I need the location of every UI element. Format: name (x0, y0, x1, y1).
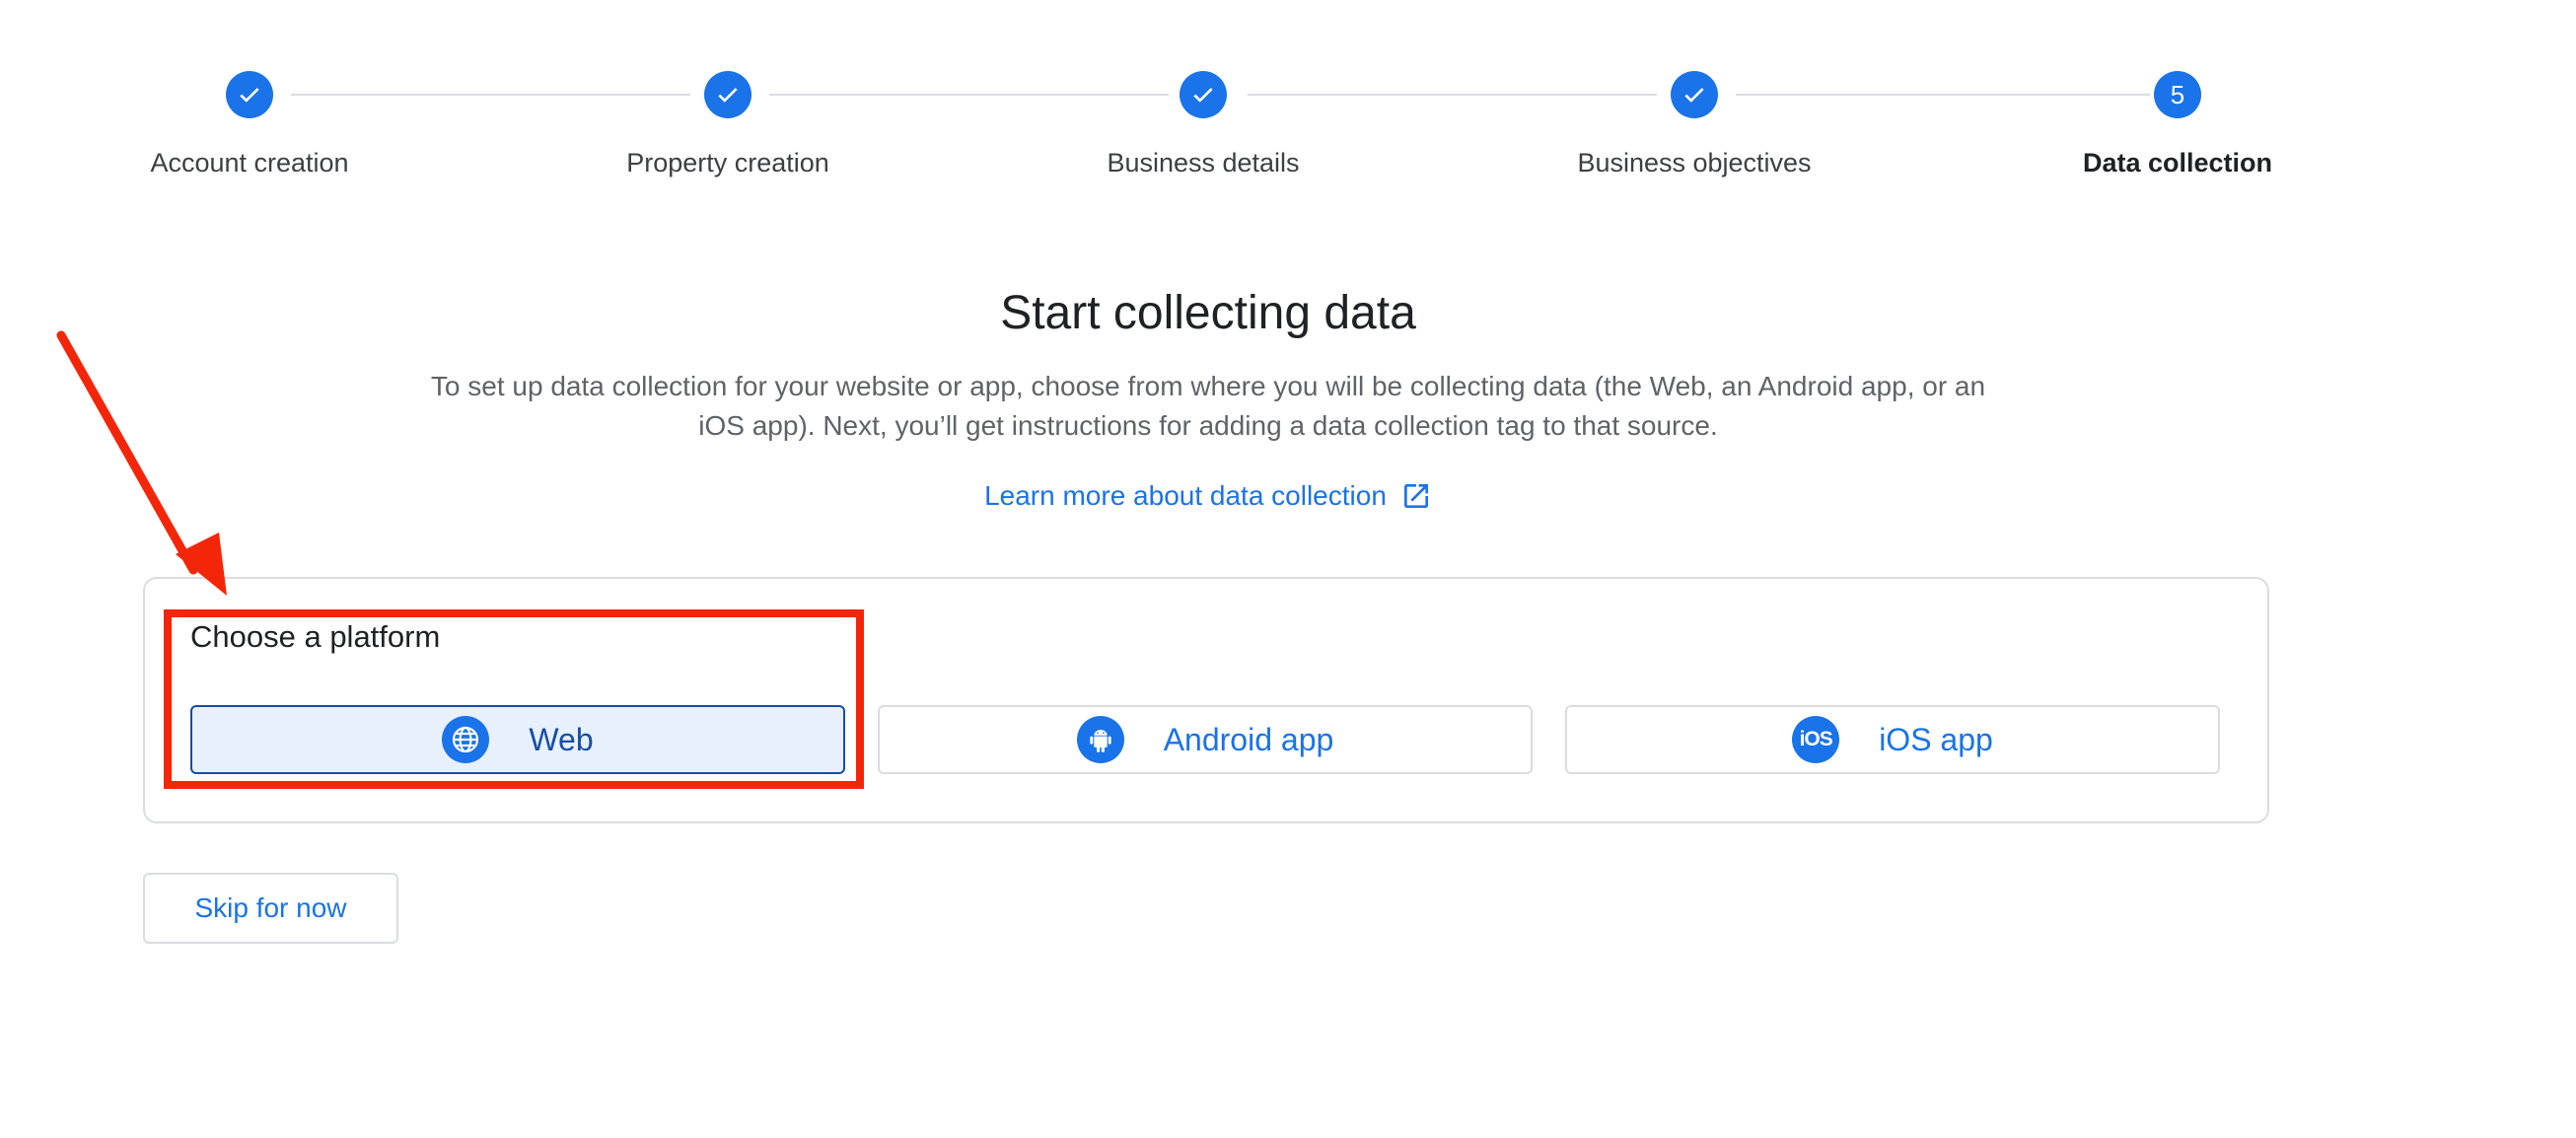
step-complete-indicator (226, 71, 273, 118)
platform-ios-button[interactable]: iOS iOS app (1565, 705, 2220, 774)
learn-more-label: Learn more about data collection (984, 480, 1387, 511)
step-label: Account creation (150, 148, 349, 178)
step-label: Business objectives (1577, 148, 1812, 178)
page-title: Start collecting data (1000, 287, 1416, 339)
check-icon (1684, 88, 1704, 103)
check-icon (240, 88, 259, 103)
platform-android-button[interactable]: Android app (878, 705, 1533, 774)
page-description: To set up data collection for your websi… (430, 371, 1986, 441)
check-icon (718, 88, 738, 103)
step-complete-indicator (1180, 71, 1227, 118)
step-property-creation[interactable]: Property creation (521, 71, 935, 178)
ios-icon-text: iOS (1799, 728, 1833, 750)
step-business-objectives[interactable]: Business objectives (1487, 71, 1901, 178)
step-complete-indicator (704, 71, 751, 118)
platform-ios-label: iOS app (1879, 721, 1993, 757)
step-data-collection[interactable]: 5 Data collection (1970, 71, 2385, 178)
step-label: Business details (1107, 148, 1300, 178)
step-label: Data collection (2082, 148, 2273, 178)
platform-android-label: Android app (1163, 721, 1334, 757)
skip-button[interactable]: Skip for now (143, 873, 398, 944)
android-icon (1076, 716, 1124, 763)
step-business-details[interactable]: Business details (996, 71, 1410, 178)
ios-icon: iOS (1792, 716, 1840, 763)
annotation-highlight-box (164, 609, 864, 789)
open-in-new-icon (1403, 484, 1428, 508)
step-label: Property creation (626, 148, 829, 178)
stepper: Account creation Property creation Busin… (0, 0, 2576, 217)
step-number-indicator: 5 (2154, 71, 2201, 118)
step-complete-indicator (1671, 71, 1718, 118)
check-icon (1193, 88, 1213, 103)
learn-more-link[interactable]: Learn more about data collection (0, 480, 2416, 512)
step-account-creation[interactable]: Account creation (42, 71, 457, 178)
